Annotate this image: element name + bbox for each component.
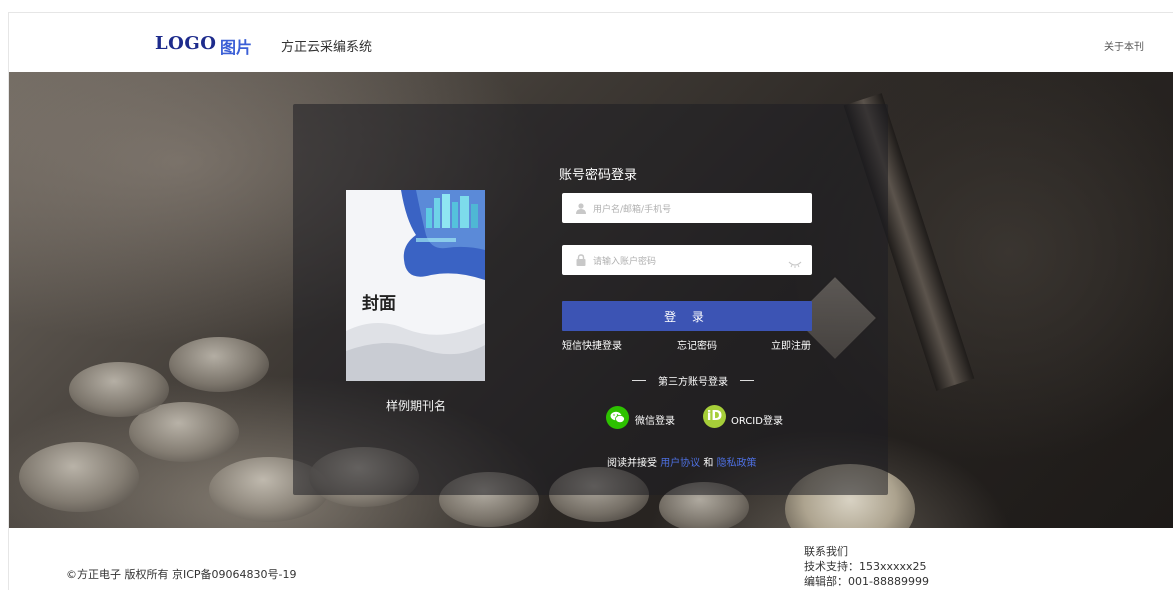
system-title: 方正云采编系统 — [281, 40, 373, 55]
sms-login-link[interactable]: 短信快捷登录 — [562, 337, 622, 352]
divider-left — [632, 380, 646, 381]
agree-and: 和 — [703, 458, 714, 469]
orcid-mark: iD — [706, 409, 723, 424]
bg-key — [69, 362, 169, 417]
wechat-icon[interactable] — [606, 406, 629, 429]
sample-journal-name: 样例期刊名 — [386, 399, 447, 413]
username-placeholder: 用户名/邮箱/手机号 — [593, 204, 672, 215]
username-input[interactable]: 用户名/邮箱/手机号 — [562, 193, 812, 223]
agree-prefix: 阅读并接受 — [607, 458, 657, 469]
password-placeholder: 请输入账户密码 — [593, 256, 657, 267]
tech-support: 技术支持：153xxxxx25 — [804, 560, 927, 573]
orcid-icon[interactable]: iD — [703, 405, 726, 428]
wechat-login-link[interactable]: 微信登录 — [635, 412, 675, 427]
logo-text: LOGO — [155, 33, 217, 54]
top-header: LOGO 图片 方正云采编系统 关于本刊 — [9, 13, 1173, 72]
about-journal-link[interactable]: 关于本刊 — [1104, 38, 1144, 53]
lock-icon — [572, 251, 590, 269]
contact-title: 联系我们 — [804, 545, 848, 558]
logo-image-placeholder: 图片 — [220, 38, 253, 57]
third-party-login-title: 第三方账号登录 — [620, 373, 766, 388]
login-form-title: 账号密码登录 — [559, 168, 638, 183]
forgot-password-link[interactable]: 忘记密码 — [677, 337, 717, 352]
agreement-text: 阅读并接受 用户协议 和 隐私政策 — [607, 454, 757, 469]
bg-key — [169, 337, 269, 392]
divider-right — [740, 380, 754, 381]
cover-wave-decoration — [346, 322, 485, 381]
logo[interactable]: LOGO — [155, 33, 216, 54]
login-button[interactable]: 登 录 — [562, 301, 812, 331]
privacy-policy-link[interactable]: 隐私政策 — [717, 458, 757, 469]
user-agreement-link[interactable]: 用户协议 — [660, 458, 700, 469]
journal-cover: 封面 — [346, 190, 485, 381]
copyright: ©方正电子 版权所有 京ICP备09064830号-19 — [66, 568, 297, 581]
user-icon — [572, 199, 590, 217]
register-link[interactable]: 立即注册 — [771, 337, 811, 352]
bg-key — [19, 442, 139, 512]
orcid-login-link[interactable]: ORCID登录 — [731, 412, 783, 427]
password-input[interactable]: 请输入账户密码 — [562, 245, 812, 275]
eye-hidden-icon[interactable] — [788, 254, 802, 268]
cover-city-illustration — [346, 190, 485, 280]
third-party-label: 第三方账号登录 — [658, 377, 728, 388]
contact-info: 联系我们 技术支持：153xxxxx25 编辑部：001-88889999 — [804, 544, 929, 589]
editorial-phone: 编辑部：001-88889999 — [804, 575, 929, 588]
